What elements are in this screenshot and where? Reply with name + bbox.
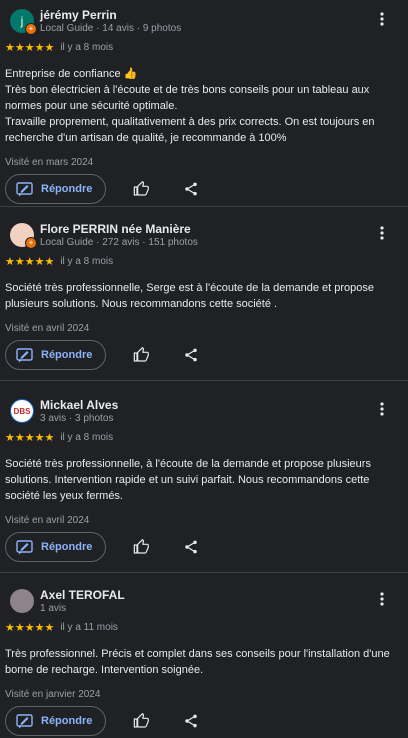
like-button[interactable] — [126, 340, 156, 370]
visit-date: Visité en avril 2024 — [5, 515, 90, 526]
more-options-icon[interactable] — [373, 224, 391, 242]
review-time: il y a 8 mois — [60, 431, 114, 443]
more-options-icon[interactable] — [373, 10, 391, 28]
reply-icon — [16, 181, 33, 197]
reviewer-name[interactable]: jérémy Perrin — [40, 8, 117, 22]
local-guide-badge-icon: + — [25, 23, 37, 35]
reply-icon — [16, 539, 33, 555]
visit-date: Visité en mars 2024 — [5, 157, 94, 168]
star-rating: ★★★★★ — [5, 621, 55, 634]
reviewer-name[interactable]: Mickael Alves — [40, 398, 118, 412]
review-text: Société très professionnelle, Serge est … — [5, 282, 374, 310]
review-time: il y a 8 mois — [60, 41, 114, 53]
review-text: Très professionnel. Précis et complet da… — [5, 648, 390, 676]
thumb-up-icon — [134, 713, 150, 728]
share-icon — [185, 540, 198, 554]
review-text: Entreprise de confiance 👍 Très bon électr… — [5, 68, 375, 144]
reply-button[interactable]: Répondre — [5, 174, 107, 204]
review-card: DBS Mickael Alves 3 avis · 3 photos ★★★★… — [0, 390, 408, 564]
reply-icon — [16, 713, 33, 729]
share-button[interactable] — [176, 532, 206, 562]
reply-button[interactable]: Répondre — [5, 532, 107, 562]
reviewer-name[interactable]: Axel TEROFAL — [40, 588, 125, 602]
share-button[interactable] — [176, 706, 206, 736]
star-rating: ★★★★★ — [5, 41, 55, 54]
reply-label: Répondre — [41, 541, 93, 553]
avatar[interactable]: DBS — [10, 399, 34, 423]
like-button[interactable] — [126, 174, 156, 204]
avatar[interactable]: + — [10, 223, 37, 249]
visit-date: Visité en janvier 2024 — [5, 689, 101, 700]
review-time: il y a 11 mois — [60, 621, 118, 633]
review-card: + Flore PERRIN née Manière Local Guide ·… — [0, 214, 408, 372]
thumb-up-icon — [134, 181, 150, 196]
star-rating: ★★★★★ — [5, 255, 55, 268]
share-icon — [185, 714, 198, 728]
reviewer-name[interactable]: Flore PERRIN née Manière — [40, 222, 191, 236]
reviewer-meta: Local Guide · 272 avis · 151 photos — [40, 237, 198, 248]
thumb-up-icon — [134, 539, 150, 554]
share-button[interactable] — [176, 340, 206, 370]
like-button[interactable] — [126, 532, 156, 562]
share-icon — [185, 348, 198, 362]
reply-button[interactable]: Répondre — [5, 706, 107, 736]
review-text: Société très professionnelle, à l'écoute… — [5, 458, 371, 502]
avatar[interactable]: j + — [10, 9, 37, 35]
reviewer-meta: Local Guide · 14 avis · 9 photos — [40, 23, 182, 34]
avatar-image: DBS — [10, 399, 34, 423]
reply-icon — [16, 347, 33, 363]
reply-label: Répondre — [41, 349, 93, 361]
reply-label: Répondre — [41, 183, 93, 195]
avatar[interactable] — [10, 589, 34, 613]
more-options-icon[interactable] — [373, 590, 391, 608]
share-button[interactable] — [176, 174, 206, 204]
review-divider — [0, 572, 408, 573]
reviewer-meta: 1 avis — [40, 603, 67, 614]
review-time: il y a 8 mois — [60, 255, 114, 267]
thumb-up-icon — [134, 347, 150, 362]
local-guide-badge-icon: + — [25, 237, 37, 249]
share-icon — [185, 182, 198, 196]
reply-label: Répondre — [41, 715, 93, 727]
review-card: Axel TEROFAL 1 avis ★★★★★ il y a 11 mois… — [0, 580, 408, 738]
review-card: j + jérémy Perrin Local Guide · 14 avis … — [0, 0, 408, 206]
reply-button[interactable]: Répondre — [5, 340, 107, 370]
review-divider — [0, 206, 408, 207]
reviewer-meta: 3 avis · 3 photos — [40, 413, 114, 424]
review-divider — [0, 380, 408, 381]
visit-date: Visité en avril 2024 — [5, 323, 90, 334]
like-button[interactable] — [126, 706, 156, 736]
star-rating: ★★★★★ — [5, 431, 55, 444]
more-options-icon[interactable] — [373, 400, 391, 418]
avatar-image — [10, 589, 34, 613]
